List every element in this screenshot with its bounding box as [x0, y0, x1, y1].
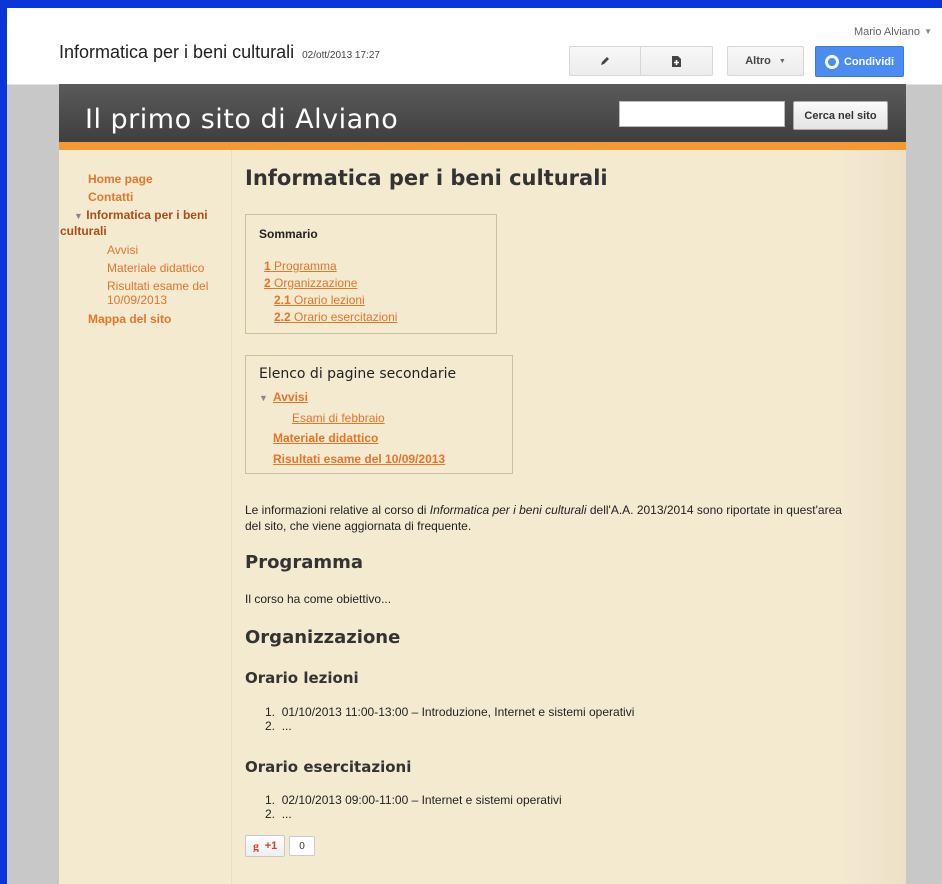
nav-current-line1: Informatica per i beni: [86, 208, 208, 222]
nav-current-line2[interactable]: culturali: [60, 224, 107, 238]
google-sites-topbar: Mario Alviano ▼ Informatica per i beni c…: [7, 8, 942, 85]
new-page-button[interactable]: [641, 46, 713, 76]
document-title: Informatica per i beni culturali 02/ott/2…: [59, 42, 380, 63]
toc-link-orario-esercitazioni[interactable]: 2.2 Orario esercitazioni: [274, 310, 397, 324]
svg-text:g: g: [253, 840, 259, 852]
nav-sub-avvisi[interactable]: Avvisi: [107, 243, 138, 257]
subpage-esami[interactable]: Esami di febbraio: [292, 411, 385, 425]
site-search-button[interactable]: Cerca nel sito: [793, 101, 888, 130]
nav-sub-risultati-date[interactable]: 10/09/2013: [107, 293, 167, 307]
subpage-risultati[interactable]: Risultati esame del 10/09/2013: [273, 452, 445, 466]
heading-orario-esercitazioni: Orario esercitazioni: [245, 758, 412, 776]
more-actions-button[interactable]: Altro ▼: [727, 46, 804, 76]
toc-title: Sommario: [259, 227, 318, 241]
list-item: 2. ...: [265, 807, 292, 821]
heading-programma: Programma: [245, 552, 364, 573]
document-title-text: Informatica per i beni culturali: [59, 42, 295, 62]
globe-icon: [824, 54, 839, 69]
share-button[interactable]: Condividi: [815, 46, 904, 77]
site-title[interactable]: Il primo sito di Alviano: [85, 104, 398, 135]
subpage-avvisi[interactable]: Avvisi: [273, 390, 308, 404]
expand-triangle-icon[interactable]: ▼: [259, 393, 268, 403]
toc-link-orario-lezioni[interactable]: 2.1 Orario lezioni: [274, 293, 365, 307]
nav-sub-risultati[interactable]: Risultati esame del: [107, 279, 208, 293]
list-item: 1. 02/10/2013 09:00-11:00 – Internet e s…: [265, 793, 562, 807]
expand-triangle-icon[interactable]: ▼: [74, 211, 83, 221]
programma-text: Il corso ha come obiettivo...: [245, 592, 392, 606]
heading-organizzazione: Organizzazione: [245, 627, 401, 648]
heading-orario-lezioni: Orario lezioni: [245, 669, 359, 687]
plus-one-count: 0: [289, 836, 315, 856]
subpage-materiale[interactable]: Materiale didattico: [273, 431, 378, 445]
pencil-icon: [601, 57, 609, 65]
intro-paragraph: Le informazioni relative al corso di Inf…: [245, 503, 842, 533]
google-plus-icon: g: [253, 840, 259, 852]
nav-item-home[interactable]: Home page: [88, 172, 153, 186]
plus-one-label: +1: [264, 840, 278, 852]
document-date: 02/ott/2013 17:27: [302, 50, 380, 61]
account-caret-icon[interactable]: ▼: [924, 27, 932, 36]
edit-page-button[interactable]: [569, 46, 641, 76]
list-item: 1. 01/10/2013 11:00-13:00 – Introduzione…: [265, 705, 635, 719]
toc-link-organizzazione[interactable]: 2 Organizzazione: [264, 276, 357, 290]
new-page-icon: [672, 55, 681, 67]
table-of-contents: Sommario 1 Programma 2 Organizzazione 2.…: [245, 214, 497, 334]
site-page: Il primo sito di Alviano Cerca nel sito …: [59, 84, 906, 884]
nav-item-mappa[interactable]: Mappa del sito: [88, 312, 171, 326]
sidebar-nav: Home page Contatti ▼ Informatica per i b…: [59, 150, 232, 884]
user-account-name[interactable]: Mario Alviano: [854, 26, 920, 38]
nav-item-current[interactable]: ▼ Informatica per i beni: [74, 208, 208, 222]
site-search-input[interactable]: [619, 101, 785, 127]
page-title: Informatica per i beni culturali: [245, 166, 608, 190]
google-plus-one-button[interactable]: g +1: [245, 835, 285, 857]
more-actions-label: Altro: [745, 55, 771, 67]
nav-item-contatti[interactable]: Contatti: [88, 190, 133, 204]
toc-link-programma[interactable]: 1 Programma: [264, 259, 337, 273]
site-header: Il primo sito di Alviano Cerca nel sito: [59, 84, 906, 150]
chevron-down-icon: ▼: [778, 57, 786, 65]
edit-button-group: [569, 46, 713, 76]
share-label: Condividi: [843, 55, 895, 68]
nav-sub-materiale[interactable]: Materiale didattico: [107, 261, 204, 275]
subpages-title: Elenco di pagine secondarie: [259, 366, 457, 382]
subpages-list: Elenco di pagine secondarie ▼ Avvisi Esa…: [245, 355, 513, 474]
list-item: 2. ...: [265, 719, 292, 733]
browser-frame: Mario Alviano ▼ Informatica per i beni c…: [7, 8, 942, 884]
